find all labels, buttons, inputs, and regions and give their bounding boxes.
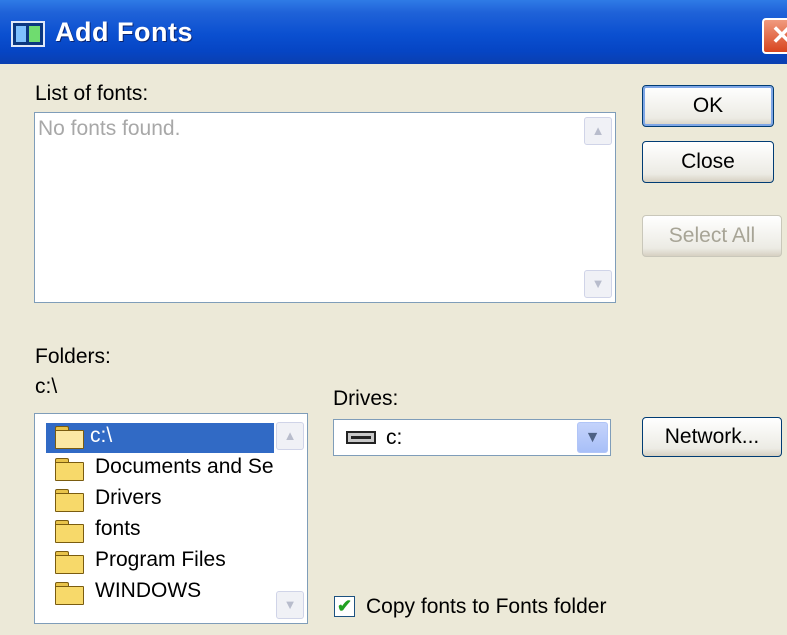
fonts-list-label: List of fonts:: [35, 82, 149, 105]
folder-item-program-files[interactable]: Program Files: [95, 548, 226, 572]
copy-fonts-checkbox[interactable]: ✔: [334, 596, 355, 617]
drive-icon: [346, 431, 376, 444]
folder-item-windows[interactable]: WINDOWS: [95, 579, 201, 603]
folder-item-drivers[interactable]: Drivers: [95, 486, 162, 510]
scroll-down-icon[interactable]: ▼: [584, 270, 612, 298]
scroll-up-icon[interactable]: ▲: [276, 422, 304, 450]
title-bar[interactable]: Add Fonts ✕: [0, 0, 787, 64]
drives-label: Drives:: [333, 387, 399, 410]
window-title: Add Fonts: [55, 17, 193, 47]
folder-icon: [54, 551, 84, 574]
copy-fonts-label[interactable]: Copy fonts to Fonts folder: [366, 595, 606, 619]
app-icon: [11, 21, 45, 47]
chevron-down-icon[interactable]: ▼: [577, 422, 608, 453]
drives-combobox[interactable]: c: ▼: [333, 419, 611, 456]
scroll-down-icon[interactable]: ▼: [276, 591, 304, 619]
network-button[interactable]: Network...: [642, 417, 782, 457]
ok-button[interactable]: OK: [642, 85, 774, 127]
folder-icon: [54, 489, 84, 512]
select-all-button[interactable]: Select All: [642, 215, 782, 257]
folder-item-fonts[interactable]: fonts: [95, 517, 141, 541]
no-fonts-text: No fonts found.: [38, 117, 181, 140]
fonts-listbox[interactable]: No fonts found. ▲ ▼: [34, 112, 616, 303]
close-window-button[interactable]: ✕: [762, 18, 787, 54]
add-fonts-dialog: Add Fonts ✕ List of fonts: No fonts foun…: [0, 0, 787, 635]
close-button[interactable]: Close: [642, 141, 774, 183]
open-folder-icon: [54, 426, 84, 449]
folders-scrollbar[interactable]: ▲ ▼: [273, 414, 307, 623]
drive-value: c:: [386, 426, 403, 449]
folders-label: Folders:: [35, 345, 111, 368]
fonts-scrollbar[interactable]: ▲ ▼: [581, 113, 615, 302]
folder-item-c[interactable]: c:\: [90, 424, 112, 448]
scroll-up-icon[interactable]: ▲: [584, 117, 612, 145]
current-path: c:\: [35, 375, 58, 398]
folder-icon: [54, 582, 84, 605]
folder-icon: [54, 458, 84, 481]
folder-item-documents[interactable]: Documents and Se: [95, 455, 274, 479]
folder-icon: [54, 520, 84, 543]
